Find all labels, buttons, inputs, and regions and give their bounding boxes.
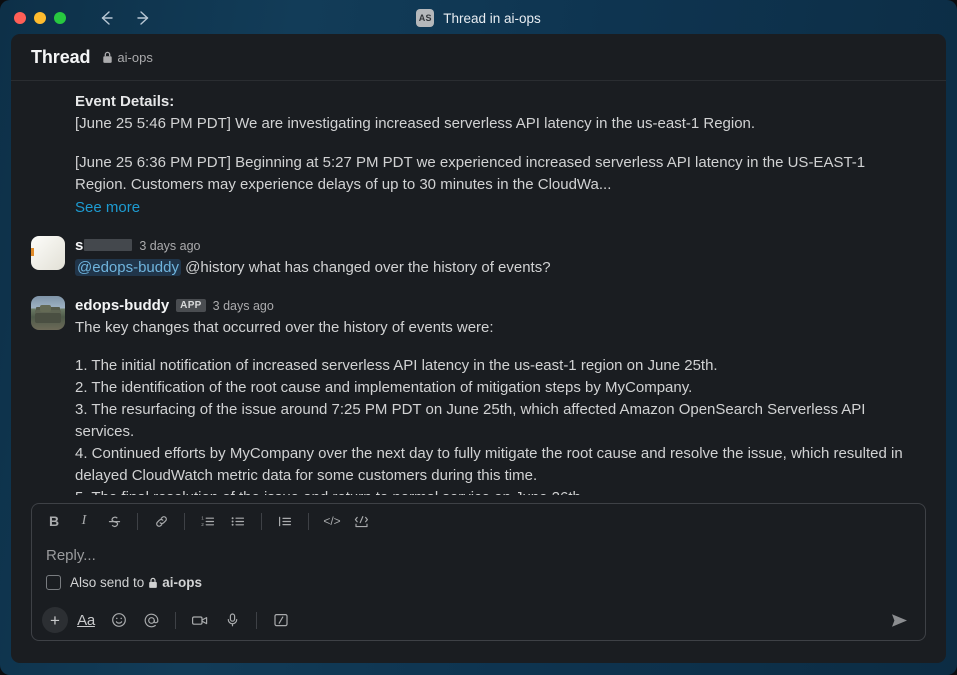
page-title: Thread	[31, 46, 91, 67]
message-timestamp[interactable]: 3 days ago	[213, 299, 274, 313]
redacted-name	[84, 239, 133, 251]
window-title: Thread in ai-ops	[443, 10, 541, 26]
microphone-button[interactable]	[217, 606, 247, 634]
toolbar-divider	[261, 512, 262, 530]
lock-icon	[102, 51, 113, 64]
see-more-link[interactable]: See more	[75, 197, 926, 219]
mention-edops-buddy[interactable]: @edops-buddy	[75, 259, 181, 276]
message-bot: edops-buddy APP 3 days ago The key chang…	[11, 296, 946, 495]
list-item: 3. The resurfacing of the issue around 7…	[75, 401, 866, 440]
also-send-channel: ai-ops	[162, 575, 203, 590]
changes-list: 1. The initial notification of increased…	[75, 355, 926, 495]
navigation-controls	[96, 8, 154, 28]
also-send-label: Also send to	[70, 575, 145, 590]
message-timestamp[interactable]: 3 days ago	[139, 239, 200, 253]
message-author[interactable]: s	[75, 237, 133, 254]
thread-channel[interactable]: ai-ops	[102, 49, 153, 65]
composer-bottom-bar: + Aa	[32, 600, 925, 640]
bold-button[interactable]: B	[40, 508, 68, 534]
toolbar-divider	[184, 512, 185, 530]
arrow-right-icon[interactable]	[134, 8, 154, 28]
thread-header: Thread ai-ops	[11, 34, 946, 81]
list-item: 2. The identification of the root cause …	[75, 379, 693, 396]
message-list: Event Details: [June 25 5:46 PM PDT] We …	[11, 81, 946, 495]
toolbar-divider	[256, 611, 257, 629]
app-badge: APP	[176, 299, 206, 312]
app-window: AS Thread in ai-ops Thread ai-ops Event …	[0, 0, 957, 675]
italic-button[interactable]: I	[70, 508, 98, 534]
also-send-label-group: Also send to ai-ops	[70, 575, 202, 590]
toolbar-divider	[308, 512, 309, 530]
thread-channel-label: ai-ops	[117, 49, 153, 65]
event-paragraph-1: [June 25 5:46 PM PDT] We are investigati…	[75, 115, 756, 132]
composer-wrapper: B I 1 2 </> Reply... Also send to ai-ops…	[11, 495, 946, 663]
link-button[interactable]	[147, 508, 175, 534]
list-item: 1. The initial notification of increased…	[75, 357, 718, 374]
arrow-left-icon[interactable]	[96, 8, 116, 28]
slash-command-button[interactable]	[266, 606, 296, 634]
maximize-window-button[interactable]	[54, 12, 66, 24]
svg-text:1: 1	[201, 515, 204, 520]
ordered-list-button[interactable]: 1 2	[194, 508, 222, 534]
bulleted-list-button[interactable]	[224, 508, 252, 534]
message-body: s 3 days ago @edops-buddy @history what …	[75, 236, 926, 279]
code-block-button[interactable]	[348, 508, 376, 534]
mention-button[interactable]	[136, 606, 166, 634]
message-text-rest: @history what has changed over the histo…	[180, 259, 551, 276]
strikethrough-button[interactable]	[100, 508, 128, 534]
list-item: 4. Continued efforts by MyCompany over t…	[75, 445, 903, 484]
message-body: edops-buddy APP 3 days ago The key chang…	[75, 296, 926, 495]
workspace-avatar: AS	[416, 9, 435, 27]
blockquote-button[interactable]	[271, 508, 299, 534]
also-send-row[interactable]: Also send to ai-ops	[32, 570, 925, 600]
close-window-button[interactable]	[14, 12, 26, 24]
send-button[interactable]	[883, 606, 915, 634]
add-attachment-button[interactable]: +	[42, 607, 68, 633]
window-controls	[14, 12, 66, 24]
code-button[interactable]: </>	[318, 508, 346, 534]
toolbar-divider	[137, 512, 138, 530]
message-user: s 3 days ago @edops-buddy @history what …	[11, 236, 946, 279]
reply-composer[interactable]: B I 1 2 </> Reply... Also send to ai-ops…	[31, 503, 926, 641]
video-clip-button[interactable]	[185, 606, 215, 634]
formatting-toggle-button[interactable]: Aa	[70, 606, 102, 634]
also-send-checkbox[interactable]	[46, 575, 61, 590]
event-details-heading: Event Details:	[75, 93, 175, 110]
bot-avatar[interactable]	[31, 296, 65, 330]
root-message: Event Details: [June 25 5:46 PM PDT] We …	[11, 91, 946, 219]
message-header: s 3 days ago	[75, 236, 926, 255]
message-header: edops-buddy APP 3 days ago	[75, 296, 926, 315]
lock-icon	[148, 577, 158, 589]
emoji-button[interactable]	[104, 606, 134, 634]
event-paragraph-2: [June 25 6:36 PM PDT] Beginning at 5:27 …	[75, 154, 866, 193]
toolbar-divider	[175, 611, 176, 629]
formatting-toolbar: B I 1 2 </>	[32, 504, 925, 538]
svg-text:2: 2	[201, 522, 204, 527]
user-avatar[interactable]	[31, 236, 65, 270]
message-text: The key changes that occurred over the h…	[75, 319, 494, 336]
minimize-window-button[interactable]	[34, 12, 46, 24]
title-bar: AS Thread in ai-ops	[0, 0, 957, 36]
thread-panel: Thread ai-ops Event Details: [June 25 5:…	[11, 34, 946, 663]
message-text: @edops-buddy @history what has changed o…	[75, 257, 926, 279]
reply-input[interactable]: Reply...	[32, 538, 925, 570]
list-item: 5. The final resolution of the issue and…	[75, 487, 926, 495]
message-author[interactable]: edops-buddy	[75, 297, 169, 314]
